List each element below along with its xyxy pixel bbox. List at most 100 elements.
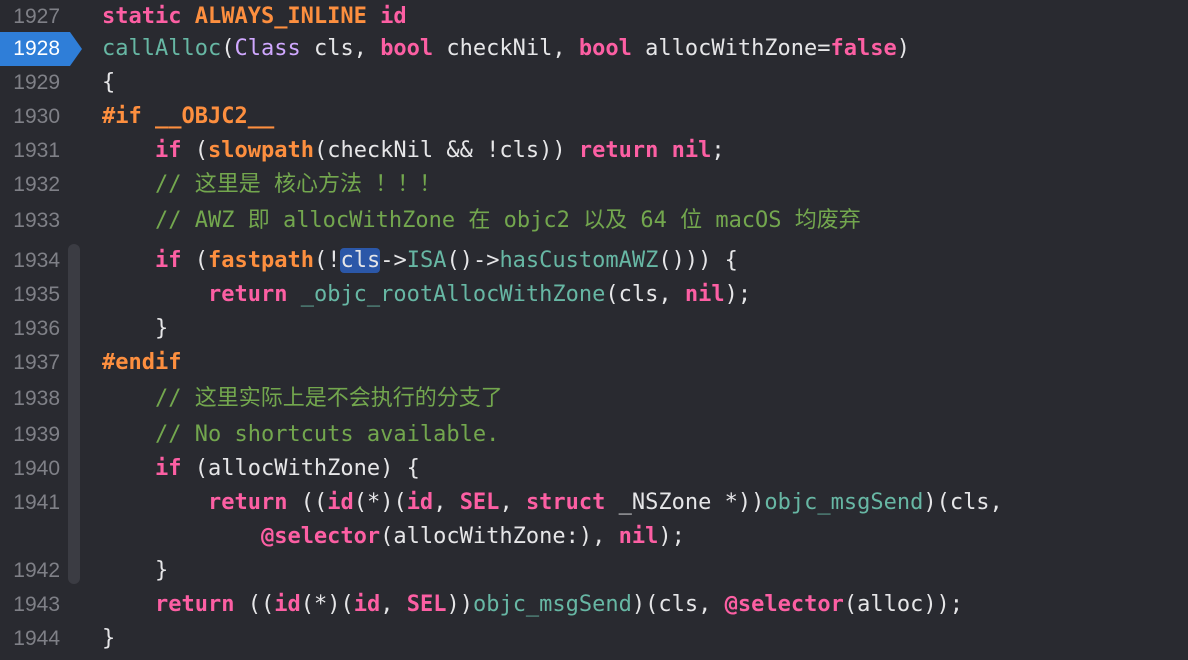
line-number[interactable]: 1932: [0, 168, 60, 202]
code-line[interactable]: // 这里实际上是不会执行的分支了: [102, 382, 503, 416]
code-token: );: [724, 282, 752, 307]
line-number[interactable]: 1941: [0, 486, 60, 520]
code-token: fastpath: [207, 248, 314, 273]
code-token: #endif: [102, 350, 182, 375]
code-token: if: [154, 248, 182, 273]
code-token: // No shortcuts available.: [154, 422, 500, 447]
code-line[interactable]: if (fastpath(!cls->ISA()->hasCustomAWZ()…: [102, 244, 738, 278]
code-token: cls,: [300, 36, 381, 61]
code-token: slowpath: [207, 138, 314, 163]
code-token: id: [274, 592, 301, 617]
line-number[interactable]: 1944: [0, 622, 60, 656]
code-token: id: [327, 490, 354, 515]
code-token: ALWAYS_INLINE: [194, 4, 381, 29]
code-line[interactable]: }: [102, 312, 168, 346]
code-token: return: [207, 282, 288, 307]
code-token: ISA: [406, 248, 447, 273]
code-line[interactable]: if (allocWithZone) {: [102, 452, 420, 486]
code-line[interactable]: {: [102, 66, 115, 100]
line-number[interactable]: 1927: [0, 0, 60, 34]
code-token: nil: [684, 282, 725, 307]
code-token: ,: [380, 592, 407, 617]
code-token: nil: [671, 138, 712, 163]
code-token: nil: [618, 524, 659, 549]
code-token: (: [221, 36, 235, 61]
code-token: callAlloc: [102, 36, 222, 61]
code-token: (cls,: [605, 282, 685, 307]
code-token: {: [102, 70, 116, 95]
code-token: _NSZone *)): [605, 490, 765, 515]
code-token: }: [102, 558, 169, 583]
line-number[interactable]: 1928: [0, 32, 60, 66]
code-line[interactable]: // 这里是 核心方法 ！！！: [102, 168, 441, 202]
line-number[interactable]: 1939: [0, 418, 60, 452]
code-line[interactable]: #endif: [102, 346, 181, 380]
code-token: __OBJC2__: [154, 104, 275, 129]
code-token: )): [446, 592, 473, 617]
code-line[interactable]: return ((id(*)(id, SEL))objc_msgSend)(cl…: [102, 588, 963, 622]
code-token: (checkNil && !cls)): [313, 138, 579, 163]
line-number[interactable]: 1929: [0, 66, 60, 100]
code-line[interactable]: @selector(allocWithZone:), nil);: [102, 520, 685, 554]
code-line[interactable]: callAlloc(Class cls, bool checkNil, bool…: [102, 32, 910, 66]
code-line[interactable]: // No shortcuts available.: [102, 418, 499, 452]
line-number[interactable]: 1930: [0, 100, 60, 134]
code-line[interactable]: #if __OBJC2__: [102, 100, 274, 134]
code-line[interactable]: // AWZ 即 allocWithZone 在 objc2 以及 64 位 m…: [102, 204, 861, 238]
code-token: (*)(: [353, 490, 407, 515]
code-token: if: [154, 456, 182, 481]
line-number[interactable]: 1931: [0, 134, 60, 168]
code-token: )(cls,: [631, 592, 725, 617]
code-token: @selector: [260, 524, 381, 549]
code-token: (: [181, 138, 208, 163]
code-line[interactable]: static ALWAYS_INLINE id: [102, 0, 407, 34]
code-token: (*)(: [300, 592, 354, 617]
code-folding-ribbon[interactable]: [68, 244, 80, 584]
line-number[interactable]: 1934: [0, 244, 60, 278]
code-line[interactable]: }: [102, 554, 168, 588]
code-token: ): [896, 36, 911, 61]
code-token: ((: [287, 490, 328, 515]
line-number[interactable]: 1935: [0, 278, 60, 312]
line-number[interactable]: 1942: [0, 554, 60, 588]
code-token: (alloc));: [843, 592, 964, 617]
code-line[interactable]: if (slowpath(checkNil && !cls)) return n…: [102, 134, 725, 168]
line-number[interactable]: 1938: [0, 382, 60, 416]
code-token: false: [830, 36, 897, 61]
code-token: return: [578, 138, 659, 163]
code-token: (allocWithZone) {: [181, 456, 420, 481]
line-number[interactable]: 1936: [0, 312, 60, 346]
code-token: return: [154, 592, 235, 617]
line-number[interactable]: 1937: [0, 346, 60, 380]
line-number[interactable]: 1940: [0, 452, 60, 486]
code-token: (: [181, 248, 208, 273]
code-token: }: [102, 626, 116, 651]
line-number[interactable]: 1943: [0, 588, 60, 622]
code-line[interactable]: }: [102, 622, 115, 656]
code-line[interactable]: return _objc_rootAllocWithZone(cls, nil)…: [102, 278, 751, 312]
code-line[interactable]: return ((id(*)(id, SEL, struct _NSZone *…: [102, 486, 1003, 520]
line-number-gutter[interactable]: 1927 1928 1929 1930 1931 1932 1933 1934 1935 1936…: [0, 0, 90, 660]
code-token: bool: [380, 36, 434, 61]
code-token: Class: [234, 36, 301, 61]
code-token: #if: [102, 104, 155, 129]
code-editor[interactable]: 1927 1928 1929 1930 1931 1932 1933 1934 1935 1936…: [0, 0, 1188, 660]
code-token: bool: [578, 36, 632, 61]
code-token: ,: [499, 490, 526, 515]
code-token: // 这里实际上是不会执行的分支了: [154, 386, 503, 411]
line-number[interactable]: 1933: [0, 204, 60, 238]
code-token: struct: [525, 490, 606, 515]
code-token: (allocWithZone:),: [380, 524, 619, 549]
code-token: id: [380, 4, 407, 29]
code-token: return: [207, 490, 288, 515]
code-token: id: [353, 592, 381, 617]
selected-token: cls: [340, 248, 381, 273]
